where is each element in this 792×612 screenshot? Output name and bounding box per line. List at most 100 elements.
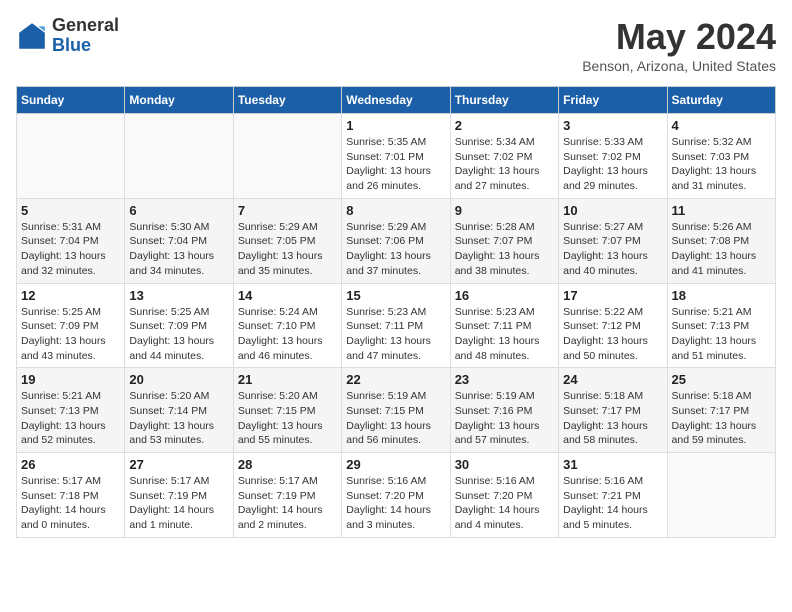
calendar-cell: 4Sunrise: 5:32 AM Sunset: 7:03 PM Daylig… bbox=[667, 114, 775, 199]
cell-info-text: Sunrise: 5:24 AM Sunset: 7:10 PM Dayligh… bbox=[238, 305, 337, 364]
cell-info-text: Sunrise: 5:28 AM Sunset: 7:07 PM Dayligh… bbox=[455, 220, 554, 279]
week-row: 26 Sunrise: 5:17 AM Sunset: 7:18 PM Dayli… bbox=[17, 453, 776, 538]
calendar-cell: 26 Sunrise: 5:17 AM Sunset: 7:18 PM Dayli… bbox=[17, 453, 125, 538]
calendar-cell: 25 Sunrise: 5:18 AM Sunset: 7:17 PM Dayli… bbox=[667, 368, 775, 453]
cell-info-text: Sunrise: 5:17 AM Sunset: 7:19 PM Dayligh… bbox=[129, 474, 228, 533]
cell-info-text: Sunrise: 5:20 AM Sunset: 7:15 PM Dayligh… bbox=[238, 389, 337, 448]
cell-info-text: Sunrise: 5:16 AM Sunset: 7:21 PM Dayligh… bbox=[563, 474, 662, 533]
cell-info-text: Sunrise: 5:30 AM Sunset: 7:04 PM Dayligh… bbox=[129, 220, 228, 279]
calendar-cell bbox=[667, 453, 775, 538]
cell-date-number: 11 bbox=[672, 203, 771, 218]
cell-date-number: 29 bbox=[346, 457, 445, 472]
calendar-cell: 9 Sunrise: 5:28 AM Sunset: 7:07 PM Daylig… bbox=[450, 198, 558, 283]
cell-date-number: 14 bbox=[238, 288, 337, 303]
header-cell-tuesday: Tuesday bbox=[233, 87, 341, 114]
cell-date-number: 2 bbox=[455, 118, 554, 133]
cell-info-text: Sunrise: 5:17 AM Sunset: 7:18 PM Dayligh… bbox=[21, 474, 120, 533]
cell-info-text: Sunrise: 5:17 AM Sunset: 7:19 PM Dayligh… bbox=[238, 474, 337, 533]
calendar-cell: 13 Sunrise: 5:25 AM Sunset: 7:09 PM Dayli… bbox=[125, 283, 233, 368]
cell-date-number: 9 bbox=[455, 203, 554, 218]
cell-info-text: Sunrise: 5:33 AM Sunset: 7:02 PM Dayligh… bbox=[563, 135, 662, 194]
cell-info-text: Sunrise: 5:23 AM Sunset: 7:11 PM Dayligh… bbox=[455, 305, 554, 364]
cell-info-text: Sunrise: 5:22 AM Sunset: 7:12 PM Dayligh… bbox=[563, 305, 662, 364]
calendar-cell: 11 Sunrise: 5:26 AM Sunset: 7:08 PM Dayli… bbox=[667, 198, 775, 283]
calendar-cell: 21 Sunrise: 5:20 AM Sunset: 7:15 PM Dayli… bbox=[233, 368, 341, 453]
week-row: 12Sunrise: 5:25 AM Sunset: 7:09 PM Dayli… bbox=[17, 283, 776, 368]
cell-date-number: 18 bbox=[672, 288, 771, 303]
calendar-cell: 16Sunrise: 5:23 AM Sunset: 7:11 PM Dayli… bbox=[450, 283, 558, 368]
cell-date-number: 13 bbox=[129, 288, 228, 303]
week-row: 5Sunrise: 5:31 AM Sunset: 7:04 PM Daylig… bbox=[17, 198, 776, 283]
page-header: General Blue May 2024 Benson, Arizona, U… bbox=[16, 16, 776, 74]
calendar-cell bbox=[17, 114, 125, 199]
cell-date-number: 27 bbox=[129, 457, 228, 472]
logo-text: General Blue bbox=[52, 16, 119, 56]
cell-date-number: 19 bbox=[21, 372, 120, 387]
cell-date-number: 20 bbox=[129, 372, 228, 387]
calendar-cell: 14 Sunrise: 5:24 AM Sunset: 7:10 PM Dayli… bbox=[233, 283, 341, 368]
header-cell-monday: Monday bbox=[125, 87, 233, 114]
calendar-cell: 3Sunrise: 5:33 AM Sunset: 7:02 PM Daylig… bbox=[559, 114, 667, 199]
calendar-cell: 10 Sunrise: 5:27 AM Sunset: 7:07 PM Dayli… bbox=[559, 198, 667, 283]
calendar-cell bbox=[125, 114, 233, 199]
cell-date-number: 4 bbox=[672, 118, 771, 133]
cell-info-text: Sunrise: 5:25 AM Sunset: 7:09 PM Dayligh… bbox=[129, 305, 228, 364]
calendar-cell: 8 Sunrise: 5:29 AM Sunset: 7:06 PM Daylig… bbox=[342, 198, 450, 283]
calendar-table: SundayMondayTuesdayWednesdayThursdayFrid… bbox=[16, 86, 776, 538]
header-cell-wednesday: Wednesday bbox=[342, 87, 450, 114]
cell-date-number: 24 bbox=[563, 372, 662, 387]
week-row: 19Sunrise: 5:21 AM Sunset: 7:13 PM Dayli… bbox=[17, 368, 776, 453]
header-cell-thursday: Thursday bbox=[450, 87, 558, 114]
cell-info-text: Sunrise: 5:16 AM Sunset: 7:20 PM Dayligh… bbox=[455, 474, 554, 533]
calendar-cell: 23 Sunrise: 5:19 AM Sunset: 7:16 PM Dayli… bbox=[450, 368, 558, 453]
cell-date-number: 6 bbox=[129, 203, 228, 218]
logo-blue: Blue bbox=[52, 36, 119, 56]
calendar-header: SundayMondayTuesdayWednesdayThursdayFrid… bbox=[17, 87, 776, 114]
main-title: May 2024 bbox=[582, 16, 776, 58]
cell-info-text: Sunrise: 5:18 AM Sunset: 7:17 PM Dayligh… bbox=[672, 389, 771, 448]
cell-date-number: 8 bbox=[346, 203, 445, 218]
cell-info-text: Sunrise: 5:19 AM Sunset: 7:15 PM Dayligh… bbox=[346, 389, 445, 448]
cell-date-number: 31 bbox=[563, 457, 662, 472]
cell-date-number: 5 bbox=[21, 203, 120, 218]
calendar-cell: 24 Sunrise: 5:18 AM Sunset: 7:17 PM Dayli… bbox=[559, 368, 667, 453]
header-cell-sunday: Sunday bbox=[17, 87, 125, 114]
cell-info-text: Sunrise: 5:20 AM Sunset: 7:14 PM Dayligh… bbox=[129, 389, 228, 448]
logo-icon bbox=[16, 20, 48, 52]
cell-info-text: Sunrise: 5:18 AM Sunset: 7:17 PM Dayligh… bbox=[563, 389, 662, 448]
cell-date-number: 10 bbox=[563, 203, 662, 218]
week-row: 1 Sunrise: 5:35 AM Sunset: 7:01 PM Daylig… bbox=[17, 114, 776, 199]
cell-info-text: Sunrise: 5:16 AM Sunset: 7:20 PM Dayligh… bbox=[346, 474, 445, 533]
cell-date-number: 21 bbox=[238, 372, 337, 387]
calendar-cell: 17 Sunrise: 5:22 AM Sunset: 7:12 PM Dayli… bbox=[559, 283, 667, 368]
calendar-cell: 22Sunrise: 5:19 AM Sunset: 7:15 PM Dayli… bbox=[342, 368, 450, 453]
calendar-cell: 5Sunrise: 5:31 AM Sunset: 7:04 PM Daylig… bbox=[17, 198, 125, 283]
cell-date-number: 30 bbox=[455, 457, 554, 472]
logo-general: General bbox=[52, 16, 119, 36]
header-cell-saturday: Saturday bbox=[667, 87, 775, 114]
calendar-cell: 29 Sunrise: 5:16 AM Sunset: 7:20 PM Dayli… bbox=[342, 453, 450, 538]
cell-date-number: 25 bbox=[672, 372, 771, 387]
calendar-cell: 18 Sunrise: 5:21 AM Sunset: 7:13 PM Dayli… bbox=[667, 283, 775, 368]
cell-info-text: Sunrise: 5:29 AM Sunset: 7:06 PM Dayligh… bbox=[346, 220, 445, 279]
cell-date-number: 17 bbox=[563, 288, 662, 303]
cell-date-number: 23 bbox=[455, 372, 554, 387]
calendar-cell: 7Sunrise: 5:29 AM Sunset: 7:05 PM Daylig… bbox=[233, 198, 341, 283]
title-block: May 2024 Benson, Arizona, United States bbox=[582, 16, 776, 74]
calendar-cell: 28Sunrise: 5:17 AM Sunset: 7:19 PM Dayli… bbox=[233, 453, 341, 538]
calendar-body: 1 Sunrise: 5:35 AM Sunset: 7:01 PM Daylig… bbox=[17, 114, 776, 538]
calendar-cell: 30 Sunrise: 5:16 AM Sunset: 7:20 PM Dayli… bbox=[450, 453, 558, 538]
calendar-cell: 6 Sunrise: 5:30 AM Sunset: 7:04 PM Daylig… bbox=[125, 198, 233, 283]
calendar-cell: 15Sunrise: 5:23 AM Sunset: 7:11 PM Dayli… bbox=[342, 283, 450, 368]
cell-info-text: Sunrise: 5:27 AM Sunset: 7:07 PM Dayligh… bbox=[563, 220, 662, 279]
cell-info-text: Sunrise: 5:21 AM Sunset: 7:13 PM Dayligh… bbox=[672, 305, 771, 364]
cell-info-text: Sunrise: 5:19 AM Sunset: 7:16 PM Dayligh… bbox=[455, 389, 554, 448]
calendar-cell bbox=[233, 114, 341, 199]
header-row: SundayMondayTuesdayWednesdayThursdayFrid… bbox=[17, 87, 776, 114]
cell-date-number: 26 bbox=[21, 457, 120, 472]
calendar-cell: 19Sunrise: 5:21 AM Sunset: 7:13 PM Dayli… bbox=[17, 368, 125, 453]
cell-info-text: Sunrise: 5:26 AM Sunset: 7:08 PM Dayligh… bbox=[672, 220, 771, 279]
calendar-cell: 2Sunrise: 5:34 AM Sunset: 7:02 PM Daylig… bbox=[450, 114, 558, 199]
cell-date-number: 1 bbox=[346, 118, 445, 133]
cell-info-text: Sunrise: 5:35 AM Sunset: 7:01 PM Dayligh… bbox=[346, 135, 445, 194]
